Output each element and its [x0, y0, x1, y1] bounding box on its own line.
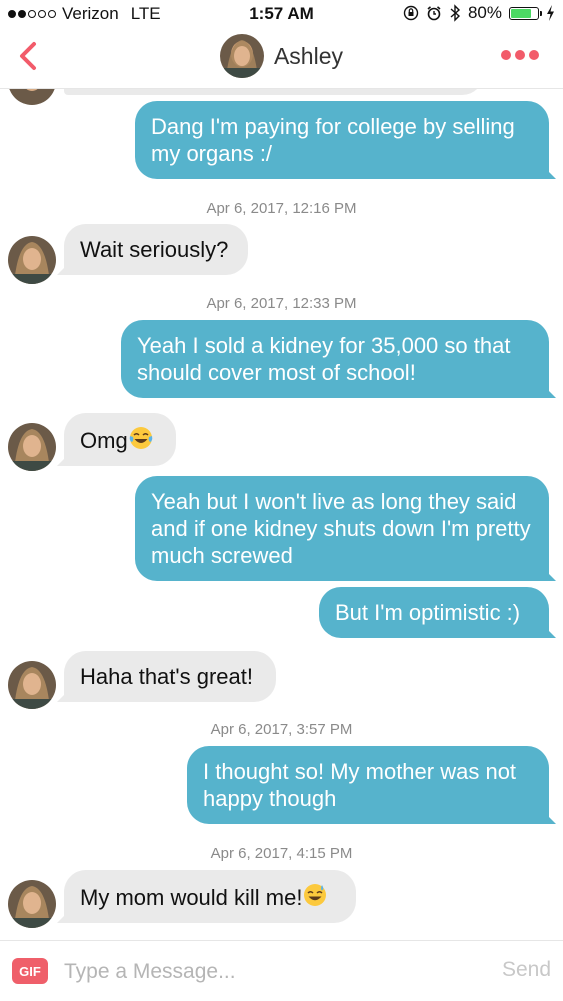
status-bar: Verizon LTE 1:57 AM 80%	[0, 0, 563, 28]
contact-avatar-small	[8, 89, 56, 105]
conversation-thread[interactable]: Dang I'm paying for college by selling m…	[0, 89, 563, 939]
contact-name: Ashley	[273, 42, 344, 69]
chat-header: Ashley	[0, 28, 563, 89]
message-bubble-cut	[64, 89, 484, 95]
incoming-message[interactable]: My mom would kill me!	[64, 870, 356, 923]
charging-icon	[547, 5, 554, 21]
alarm-icon	[427, 6, 441, 21]
incoming-message[interactable]: Wait seriously?	[64, 224, 248, 275]
message-timestamp: Apr 6, 2017, 3:57 PM	[210, 721, 353, 738]
outgoing-message[interactable]: I thought so! My mother was not happy th…	[187, 746, 549, 824]
contact-avatar-small[interactable]	[8, 880, 56, 928]
battery-percent: 80%	[467, 3, 502, 22]
sweat-smile-emoji	[304, 884, 327, 906]
outgoing-message[interactable]: Yeah but I won't live as long they said …	[135, 476, 549, 581]
outgoing-message[interactable]: But I'm optimistic :)	[319, 587, 549, 638]
incoming-message[interactable]: Omg	[64, 413, 176, 466]
message-composer: GIF Send	[0, 940, 563, 1001]
message-text: My mom would kill me!	[80, 885, 303, 910]
orientation-lock-icon	[403, 5, 419, 21]
contact-avatar-small[interactable]	[8, 236, 56, 284]
message-timestamp: Apr 6, 2017, 4:15 PM	[210, 845, 353, 862]
contact-avatar-small[interactable]	[8, 423, 56, 471]
message-timestamp: Apr 6, 2017, 12:16 PM	[206, 200, 357, 217]
contact-info[interactable]: Ashley	[0, 34, 563, 78]
bluetooth-icon	[450, 4, 460, 22]
message-input[interactable]	[62, 953, 466, 991]
contact-avatar[interactable]	[219, 34, 264, 78]
send-button[interactable]: Send	[502, 958, 551, 982]
outgoing-message[interactable]: Yeah I sold a kidney for 35,000 so that …	[121, 320, 549, 398]
status-icons: 80%	[403, 3, 555, 23]
gif-button[interactable]: GIF	[12, 958, 48, 984]
more-dots-icon	[501, 50, 511, 60]
tears-of-joy-emoji	[129, 427, 152, 449]
contact-avatar-small[interactable]	[8, 661, 56, 709]
message-timestamp: Apr 6, 2017, 12:33 PM	[206, 295, 357, 312]
more-options-button[interactable]	[501, 50, 539, 60]
battery-icon	[509, 6, 542, 20]
outgoing-message[interactable]: Dang I'm paying for college by selling m…	[135, 101, 549, 179]
message-text: Omg	[80, 428, 128, 453]
incoming-message[interactable]: Haha that's great!	[64, 651, 276, 702]
